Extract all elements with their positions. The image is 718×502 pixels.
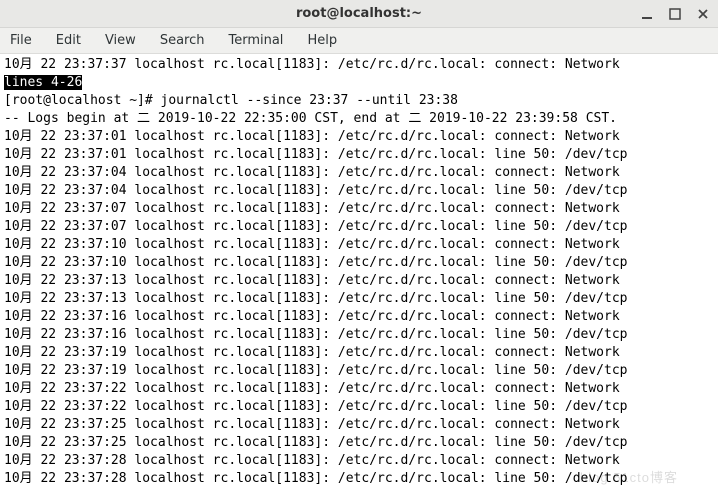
menu-terminal[interactable]: Terminal <box>224 31 287 50</box>
minimize-button[interactable] <box>638 5 656 23</box>
log-line: 10月 22 23:37:13 localhost rc.local[1183]… <box>4 291 627 306</box>
menu-edit[interactable]: Edit <box>52 31 85 50</box>
log-line: 10月 22 23:37:28 localhost rc.local[1183]… <box>4 471 627 486</box>
terminal-output[interactable]: 10月 22 23:37:37 localhost rc.local[1183]… <box>0 54 718 502</box>
maximize-button[interactable] <box>666 5 684 23</box>
log-line: 10月 22 23:37:16 localhost rc.local[1183]… <box>4 309 627 324</box>
log-line: 10月 22 23:37:10 localhost rc.local[1183]… <box>4 255 627 270</box>
log-line: 10月 22 23:37:19 localhost rc.local[1183]… <box>4 345 627 360</box>
log-line: 10月 22 23:37:25 localhost rc.local[1183]… <box>4 435 627 450</box>
log-line: 10月 22 23:37:22 localhost rc.local[1183]… <box>4 381 627 396</box>
menu-file[interactable]: File <box>6 31 36 50</box>
titlebar: root@localhost:~ <box>0 0 718 28</box>
log-line: 10月 22 23:37:13 localhost rc.local[1183]… <box>4 273 627 288</box>
close-icon <box>697 8 709 20</box>
log-line: 10月 22 23:37:22 localhost rc.local[1183]… <box>4 399 627 414</box>
log-line: 10月 22 23:37:07 localhost rc.local[1183]… <box>4 201 627 216</box>
log-line: 10月 22 23:37:37 localhost rc.local[1183]… <box>4 57 627 72</box>
minimize-icon <box>641 8 653 20</box>
log-line: 10月 22 23:37:04 localhost rc.local[1183]… <box>4 165 627 180</box>
log-line: 10月 22 23:37:04 localhost rc.local[1183]… <box>4 183 627 198</box>
less-status: lines 4-26 <box>4 75 82 90</box>
logs-header: -- Logs begin at 二 2019-10-22 22:35:00 C… <box>4 111 625 126</box>
window-controls <box>638 0 712 27</box>
window-title: root@localhost:~ <box>296 6 422 21</box>
log-line: 10月 22 23:37:01 localhost rc.local[1183]… <box>4 147 627 162</box>
log-line: 10月 22 23:37:10 localhost rc.local[1183]… <box>4 237 627 252</box>
log-line: 10月 22 23:37:16 localhost rc.local[1183]… <box>4 327 627 342</box>
shell-prompt: [root@localhost ~]# journalctl --since 2… <box>4 93 458 108</box>
menu-search[interactable]: Search <box>156 31 209 50</box>
maximize-icon <box>669 8 681 20</box>
log-line: 10月 22 23:37:19 localhost rc.local[1183]… <box>4 363 627 378</box>
log-line: 10月 22 23:37:07 localhost rc.local[1183]… <box>4 219 627 234</box>
menu-help[interactable]: Help <box>303 31 341 50</box>
terminal-window: root@localhost:~ File Edit View Search T… <box>0 0 718 502</box>
log-line: 10月 22 23:37:28 localhost rc.local[1183]… <box>4 453 627 468</box>
menu-view[interactable]: View <box>101 31 140 50</box>
menubar: File Edit View Search Terminal Help <box>0 28 718 54</box>
log-line: 10月 22 23:37:01 localhost rc.local[1183]… <box>4 129 627 144</box>
log-line: 10月 22 23:37:25 localhost rc.local[1183]… <box>4 417 627 432</box>
close-button[interactable] <box>694 5 712 23</box>
